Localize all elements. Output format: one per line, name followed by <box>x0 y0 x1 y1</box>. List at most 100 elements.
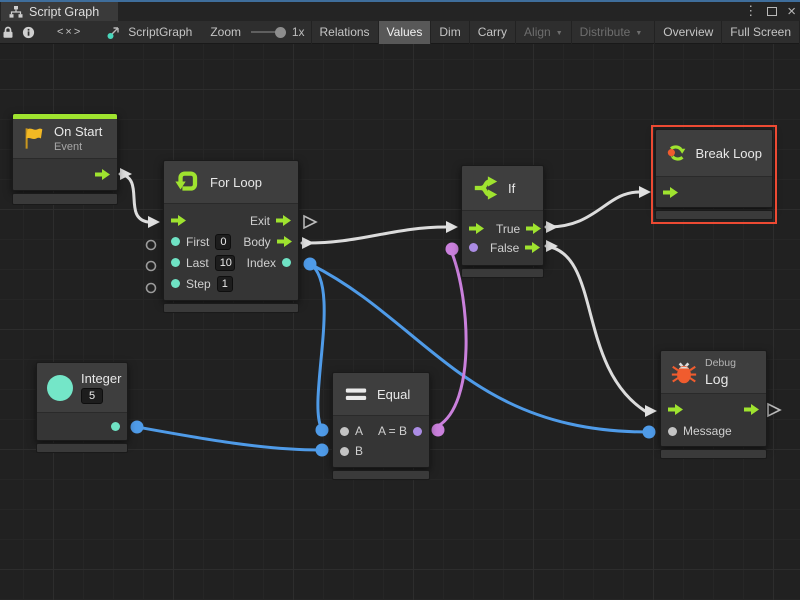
port-row-flow <box>656 177 772 207</box>
port-row-message: Message <box>661 420 766 442</box>
node-footer <box>660 449 767 459</box>
a-input-port[interactable] <box>340 427 349 436</box>
node-on-start[interactable]: On Start Event <box>12 113 118 205</box>
port-row-flow <box>661 398 766 420</box>
value-output-port[interactable] <box>111 422 120 431</box>
flag-icon <box>22 126 46 151</box>
node-subtitle: Event <box>54 141 102 153</box>
true-output-port[interactable] <box>526 223 541 234</box>
relations-button[interactable]: Relations <box>311 21 378 44</box>
index-port-label: Index <box>247 256 276 270</box>
port-row-a: A A = B <box>333 421 429 441</box>
break-loop-icon <box>666 139 688 167</box>
first-port-label: First <box>186 235 209 249</box>
first-input-port[interactable] <box>171 237 180 246</box>
b-input-port[interactable] <box>340 447 349 456</box>
flow-input-port[interactable] <box>663 187 678 198</box>
exit-port-label: Exit <box>250 214 270 228</box>
flow-input-port[interactable] <box>171 215 186 226</box>
graph-canvas[interactable] <box>0 44 800 600</box>
node-footer <box>163 303 299 313</box>
unity-visual-scripting-window: Script Graph ⋮ × <×> <box>0 0 800 600</box>
carry-button[interactable]: Carry <box>469 21 515 44</box>
step-value-field[interactable]: 1 <box>217 276 233 292</box>
node-footer <box>332 470 430 480</box>
last-port-label: Last <box>186 256 209 270</box>
node-integer[interactable]: Integer 5 <box>36 362 128 453</box>
flow-input-port[interactable] <box>469 223 484 234</box>
window-menu-button[interactable]: ⋮ <box>744 3 757 19</box>
carry-children-icon-button[interactable]: <×> <box>57 26 82 38</box>
graph-name-label[interactable]: ScriptGraph <box>128 25 192 39</box>
script-graph-icon <box>106 25 122 40</box>
port-row-true: True <box>462 219 543 238</box>
align-dropdown[interactable]: Align ▼ <box>515 21 571 44</box>
index-output-port[interactable] <box>282 258 291 267</box>
info-icon <box>22 26 35 39</box>
trigger-output-port[interactable] <box>95 169 110 180</box>
lock-icon <box>2 26 14 39</box>
bug-icon <box>671 358 697 386</box>
b-port-label: B <box>355 444 363 458</box>
result-output-port[interactable] <box>413 427 422 436</box>
toolbar-button-group: Relations Values Dim Carry Align ▼ Distr… <box>311 21 800 44</box>
integer-value-field[interactable]: 5 <box>81 388 103 404</box>
port-row-last-index: Last 10 Index <box>164 252 298 273</box>
step-input-port[interactable] <box>171 279 180 288</box>
fullscreen-button[interactable]: Full Screen <box>721 21 800 44</box>
false-output-port[interactable] <box>525 242 540 253</box>
node-title: Log <box>705 371 736 387</box>
align-label: Align <box>524 25 551 39</box>
port-row-b: B <box>333 441 429 461</box>
tab-title: Script Graph <box>29 5 99 19</box>
flow-output-port[interactable] <box>744 404 759 415</box>
node-footer <box>36 443 128 453</box>
last-value-field[interactable]: 10 <box>215 255 235 271</box>
graph-toolbar: <×> ScriptGraph Zoom 1x Relations Values… <box>0 21 800 44</box>
node-break-loop[interactable]: Break Loop <box>655 129 773 220</box>
overview-button[interactable]: Overview <box>654 21 721 44</box>
dim-button[interactable]: Dim <box>430 21 468 44</box>
true-port-label: True <box>496 222 520 236</box>
chevron-down-icon: ▼ <box>635 30 642 37</box>
zoom-label: Zoom <box>210 25 241 39</box>
node-debug-log[interactable]: Debug Log Message <box>660 350 767 459</box>
node-kind-label: Debug <box>705 357 736 369</box>
false-port-label: False <box>490 241 519 255</box>
body-output-port[interactable] <box>277 236 292 247</box>
port-row-exit: Exit <box>164 210 298 231</box>
node-title: Integer <box>81 371 121 386</box>
zoom-slider[interactable] <box>251 31 284 33</box>
body-port-label: Body <box>243 235 270 249</box>
info-icon-button[interactable] <box>22 21 35 44</box>
node-title: Equal <box>377 387 410 402</box>
exit-output-port[interactable] <box>276 215 291 226</box>
last-input-port[interactable] <box>171 258 180 267</box>
node-title: Break Loop <box>696 146 763 161</box>
node-if[interactable]: If True False <box>461 165 544 278</box>
tab-script-graph[interactable]: Script Graph <box>1 2 118 21</box>
window-controls: ⋮ × <box>744 2 796 20</box>
node-equal[interactable]: Equal A A = B B <box>332 372 430 480</box>
branch-icon <box>472 174 500 202</box>
message-input-port[interactable] <box>668 427 677 436</box>
window-titlebar: Script Graph ⋮ × <box>0 0 800 21</box>
port-row-first-body: First 0 Body <box>164 231 298 252</box>
for-loop-icon <box>174 168 202 196</box>
flow-input-port[interactable] <box>668 404 683 415</box>
zoom-slider-handle[interactable] <box>275 27 286 38</box>
condition-input-port[interactable] <box>469 243 478 252</box>
node-footer <box>12 193 118 205</box>
node-for-loop[interactable]: For Loop Exit First 0 <box>163 160 299 313</box>
first-value-field[interactable]: 0 <box>215 234 231 250</box>
window-close-button[interactable]: × <box>787 3 796 20</box>
port-row-output <box>37 413 127 440</box>
step-port-label: Step <box>186 277 211 291</box>
distribute-dropdown[interactable]: Distribute ▼ <box>571 21 651 44</box>
node-title: On Start <box>54 124 102 139</box>
equals-icon <box>343 382 369 406</box>
lock-icon-button[interactable] <box>2 21 14 44</box>
values-button[interactable]: Values <box>378 21 431 44</box>
zoom-value: 1x <box>292 25 305 39</box>
window-maximize-button[interactable] <box>767 7 777 16</box>
